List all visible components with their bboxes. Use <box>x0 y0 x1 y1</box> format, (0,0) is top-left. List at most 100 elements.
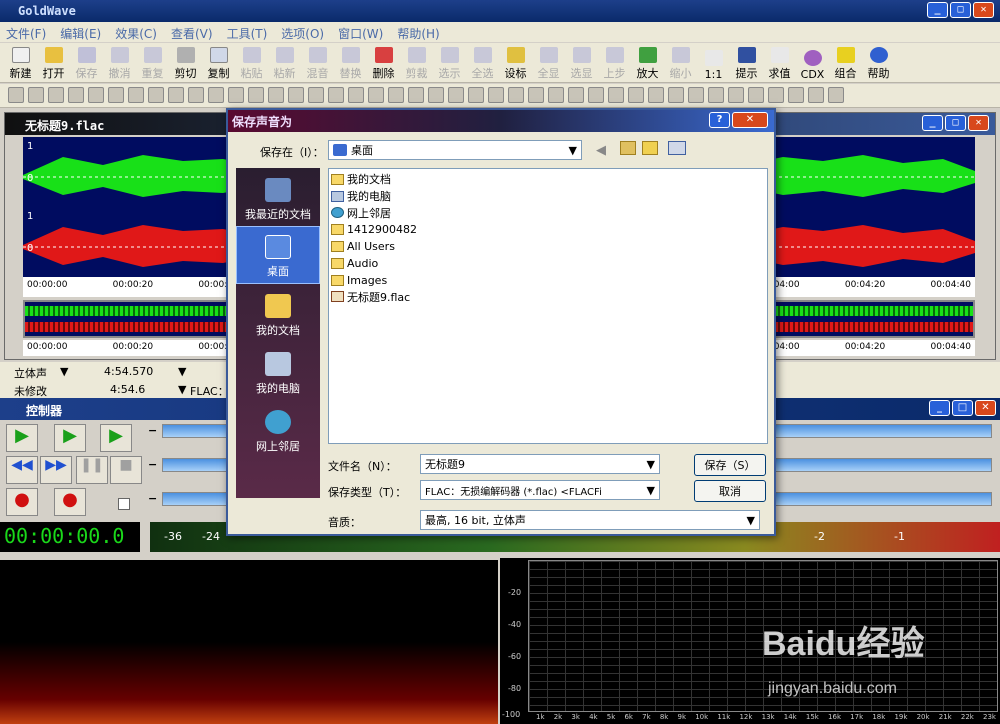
effect-tool-icon[interactable] <box>308 87 324 103</box>
menu-options[interactable]: 选项(O) <box>281 25 324 41</box>
effect-tool-icon[interactable] <box>48 87 64 103</box>
effect-tool-icon[interactable] <box>368 87 384 103</box>
set-marker-button[interactable]: 设标 <box>499 45 532 81</box>
save-button[interactable]: 保存 <box>70 45 103 81</box>
effect-tool-icon[interactable] <box>568 87 584 103</box>
cue-button[interactable]: 提示 <box>730 45 763 81</box>
list-item[interactable]: 1412900482 <box>331 221 765 238</box>
effect-tool-icon[interactable] <box>228 87 244 103</box>
effect-tool-icon[interactable] <box>428 87 444 103</box>
save-button[interactable]: 保存（S） <box>694 454 766 476</box>
file-list[interactable]: 我的文档 我的电脑 网上邻居 1412900482 All Users Audi… <box>328 168 768 444</box>
zoom-selection-button[interactable]: 选显 <box>565 45 598 81</box>
effect-tool-icon[interactable] <box>268 87 284 103</box>
maximize-button[interactable]: □ <box>952 400 973 416</box>
help-question-button[interactable]: ? <box>709 112 730 128</box>
open-button[interactable]: 打开 <box>37 45 70 81</box>
effect-tool-icon[interactable] <box>508 87 524 103</box>
maximize-button[interactable]: □ <box>950 2 971 18</box>
effect-tool-icon[interactable] <box>68 87 84 103</box>
menu-tools[interactable]: 工具(T) <box>227 25 268 41</box>
trim-button[interactable]: 剪裁 <box>400 45 433 81</box>
place-my-documents[interactable]: 我的文档 <box>236 284 320 342</box>
quality-dropdown[interactable]: 最高, 16 bit, 立体声 ▼ <box>420 510 760 530</box>
show-selection-button[interactable]: 选示 <box>433 45 466 81</box>
save-in-dropdown[interactable]: 桌面 ▼ <box>328 140 582 160</box>
forward-button[interactable]: ▶▶ <box>40 456 72 484</box>
place-my-computer[interactable]: 我的电脑 <box>236 342 320 400</box>
effect-tool-icon[interactable] <box>108 87 124 103</box>
zoom-out-button[interactable]: 缩小 <box>664 45 697 81</box>
record-selection-button[interactable]: ● <box>54 488 86 516</box>
effect-tool-icon[interactable] <box>808 87 824 103</box>
list-item[interactable]: 我的文档 <box>331 171 765 188</box>
effect-tool-icon[interactable] <box>408 87 424 103</box>
place-recent[interactable]: 我最近的文档 <box>236 168 320 226</box>
list-item[interactable]: Images <box>331 272 765 289</box>
effect-tool-icon[interactable] <box>148 87 164 103</box>
back-icon[interactable]: ◀ <box>596 143 606 158</box>
close-button[interactable]: ✕ <box>973 2 994 18</box>
combine-button[interactable]: 组合 <box>829 45 862 81</box>
previous-button[interactable]: 上步 <box>598 45 631 81</box>
paste-button[interactable]: 粘贴 <box>235 45 268 81</box>
undo-button[interactable]: 撤消 <box>103 45 136 81</box>
list-item[interactable]: All Users <box>331 238 765 255</box>
minimize-button[interactable]: _ <box>929 400 950 416</box>
effect-tool-icon[interactable] <box>708 87 724 103</box>
play-selection-button[interactable]: ▶ <box>54 424 86 452</box>
play-button[interactable]: ▶ <box>6 424 38 452</box>
cut-button[interactable]: 剪切 <box>169 45 202 81</box>
effect-tool-icon[interactable] <box>828 87 844 103</box>
effect-tool-icon[interactable] <box>788 87 804 103</box>
minimize-button[interactable]: _ <box>922 115 943 131</box>
chevron-down-icon[interactable]: ▼ <box>178 383 186 396</box>
filetype-dropdown[interactable]: FLAC：无损编解码器 (*.flac) <FLACFi ▼ <box>420 480 660 500</box>
record-button[interactable]: ● <box>6 488 38 516</box>
evaluate-button[interactable]: 求值 <box>763 45 796 81</box>
effect-tool-icon[interactable] <box>288 87 304 103</box>
close-button[interactable]: ✕ <box>968 115 989 131</box>
list-item[interactable]: Audio <box>331 255 765 272</box>
select-all-button[interactable]: 全选 <box>466 45 499 81</box>
close-button[interactable]: ✕ <box>732 112 768 128</box>
effect-tool-icon[interactable] <box>528 87 544 103</box>
menu-effects[interactable]: 效果(C) <box>115 25 157 41</box>
effect-tool-icon[interactable] <box>628 87 644 103</box>
balance-minus-button[interactable]: − <box>148 458 160 472</box>
menu-file[interactable]: 文件(F) <box>6 25 46 41</box>
menu-window[interactable]: 窗口(W) <box>338 25 383 41</box>
effect-tool-icon[interactable] <box>328 87 344 103</box>
menu-help[interactable]: 帮助(H) <box>397 25 439 41</box>
up-folder-icon[interactable] <box>620 141 636 155</box>
effect-tool-icon[interactable] <box>608 87 624 103</box>
maximize-button[interactable]: □ <box>945 115 966 131</box>
help-button[interactable]: 帮助 <box>862 45 895 81</box>
minimize-button[interactable]: _ <box>927 2 948 18</box>
show-all-button[interactable]: 全显 <box>532 45 565 81</box>
effect-tool-icon[interactable] <box>588 87 604 103</box>
effect-tool-icon[interactable] <box>448 87 464 103</box>
menu-view[interactable]: 查看(V) <box>171 25 213 41</box>
effect-tool-icon[interactable] <box>188 87 204 103</box>
effect-tool-icon[interactable] <box>668 87 684 103</box>
zoom-in-button[interactable]: 放大 <box>631 45 664 81</box>
delete-button[interactable]: 删除 <box>367 45 400 81</box>
place-network[interactable]: 网上邻居 <box>236 400 320 458</box>
list-item[interactable]: 我的电脑 <box>331 188 765 205</box>
effect-tool-icon[interactable] <box>548 87 564 103</box>
place-desktop[interactable]: 桌面 <box>236 226 320 284</box>
effect-tool-icon[interactable] <box>28 87 44 103</box>
effect-tool-icon[interactable] <box>388 87 404 103</box>
effect-tool-icon[interactable] <box>768 87 784 103</box>
play-marker-button[interactable]: ▶ <box>100 424 132 452</box>
effect-tool-icon[interactable] <box>168 87 184 103</box>
list-item[interactable]: 网上邻居 <box>331 205 765 222</box>
new-button[interactable]: 新建 <box>4 45 37 81</box>
cdx-button[interactable]: CDX <box>796 45 829 81</box>
mix-button[interactable]: 混音 <box>301 45 334 81</box>
monitor-checkbox[interactable] <box>118 498 130 510</box>
effect-tool-icon[interactable] <box>648 87 664 103</box>
effect-tool-icon[interactable] <box>8 87 24 103</box>
volume-minus-button[interactable]: − <box>148 424 160 438</box>
